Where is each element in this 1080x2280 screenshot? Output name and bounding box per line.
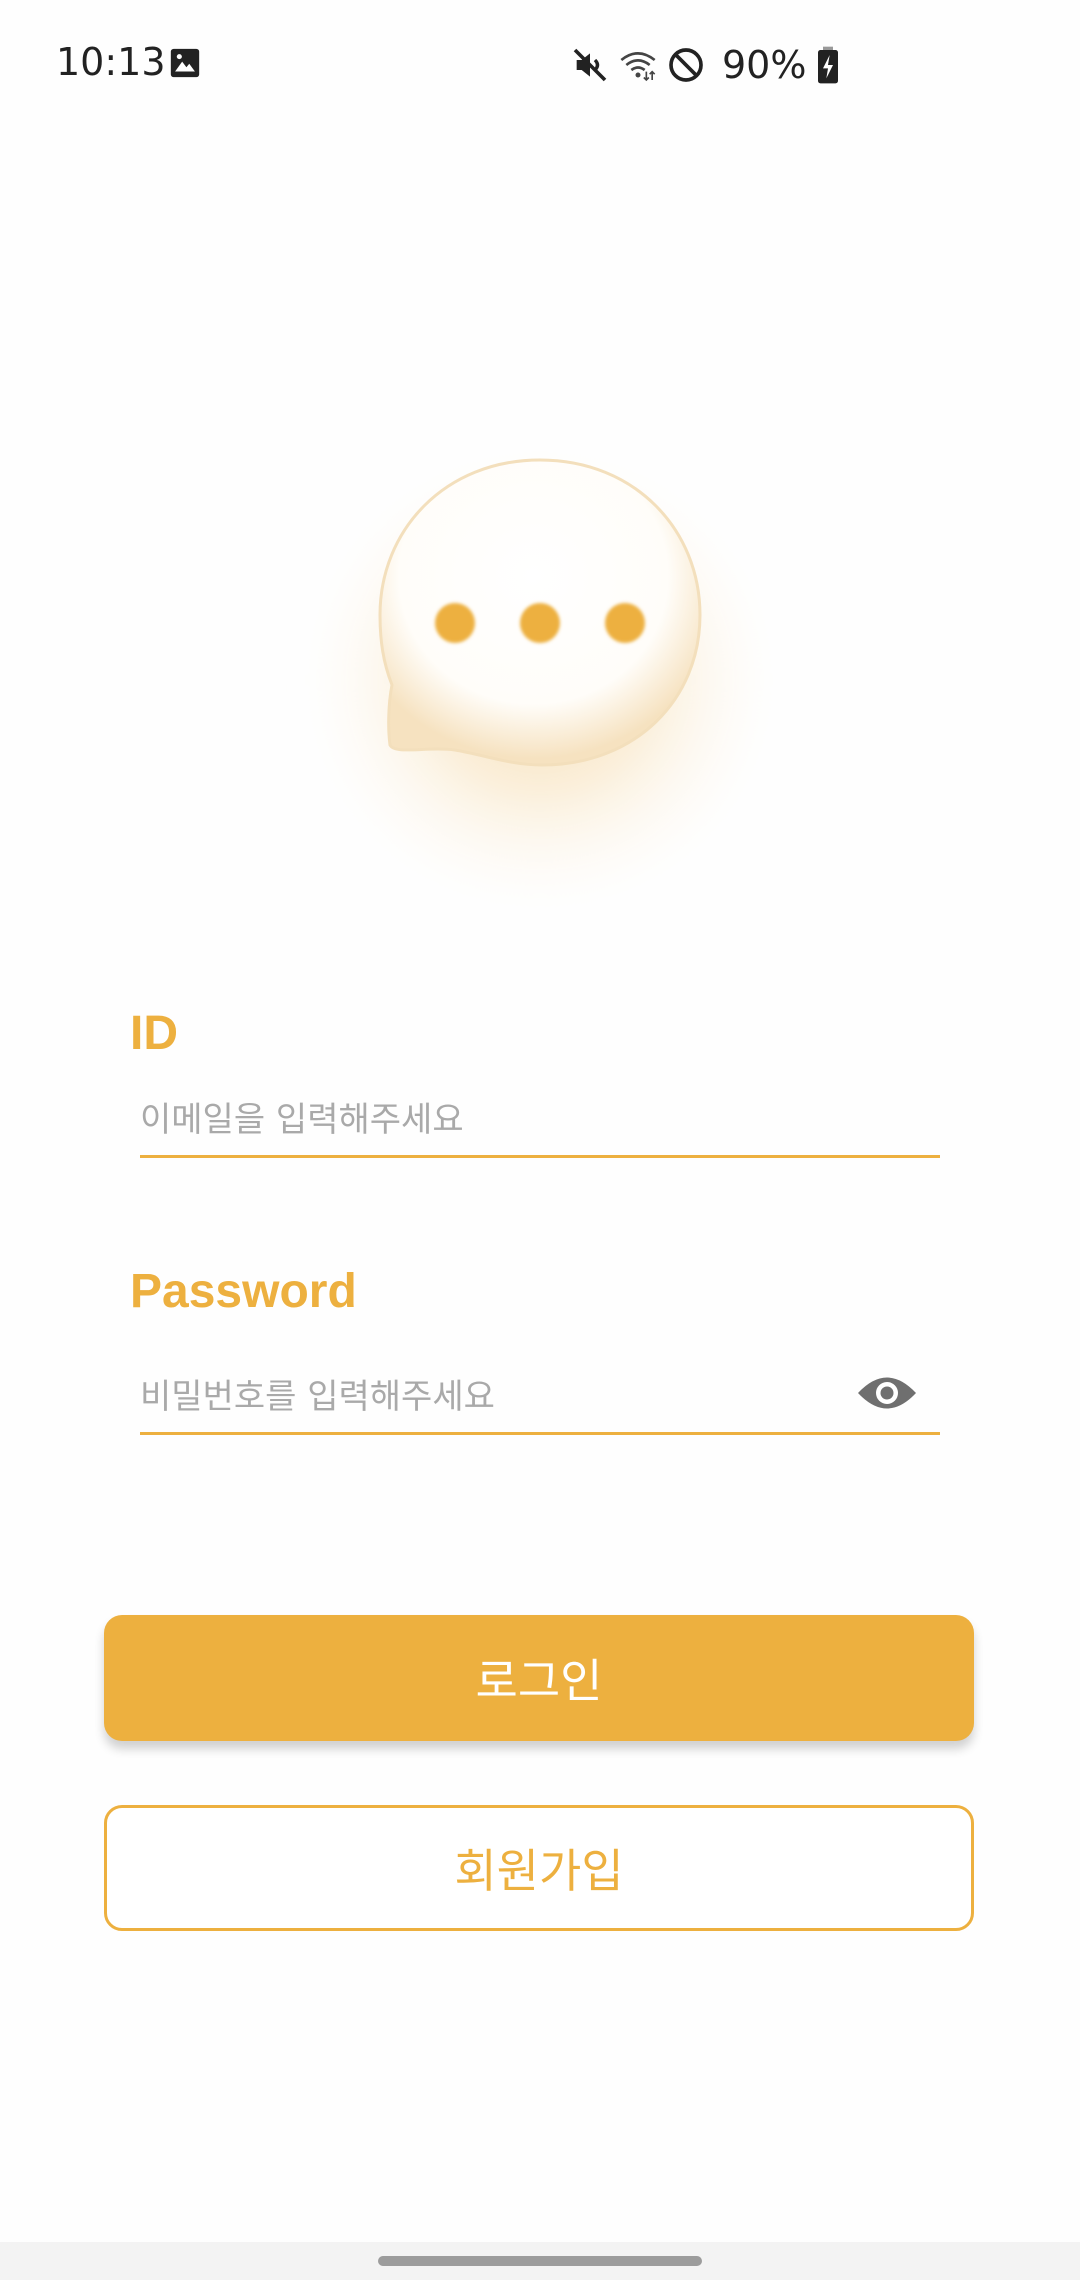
signup-button-label: 회원가입: [454, 1844, 624, 1898]
show-password-eye-icon[interactable]: [856, 1372, 918, 1414]
password-field: [140, 1362, 940, 1435]
battery-charging-icon: [818, 46, 839, 84]
wifi-icon: [620, 52, 656, 82]
status-bar: 10:13 90%: [0, 0, 1080, 128]
password-input[interactable]: [140, 1362, 840, 1432]
image-icon: [170, 48, 200, 78]
login-screen: 10:13 90% ID 이메일을 입력해주세요 Password 로그인 회원…: [0, 0, 1080, 2280]
login-button-label: 로그인: [475, 1654, 603, 1708]
chat-bubble-logo: [290, 425, 790, 915]
do-not-disturb-icon: [669, 48, 703, 82]
signup-button[interactable]: 회원가입: [104, 1805, 974, 1931]
id-label: ID: [130, 1007, 178, 1060]
mute-icon: [573, 48, 607, 82]
status-icons: 90%: [570, 40, 842, 90]
home-gesture-handle[interactable]: [378, 2256, 702, 2266]
status-time: 10:13: [56, 40, 166, 84]
battery-percent: 90%: [722, 43, 807, 87]
id-input[interactable]: [140, 1085, 840, 1155]
password-label: Password: [130, 1265, 357, 1318]
id-field: [140, 1085, 940, 1158]
navigation-bar: [0, 2242, 1080, 2280]
login-button[interactable]: 로그인: [104, 1615, 974, 1741]
